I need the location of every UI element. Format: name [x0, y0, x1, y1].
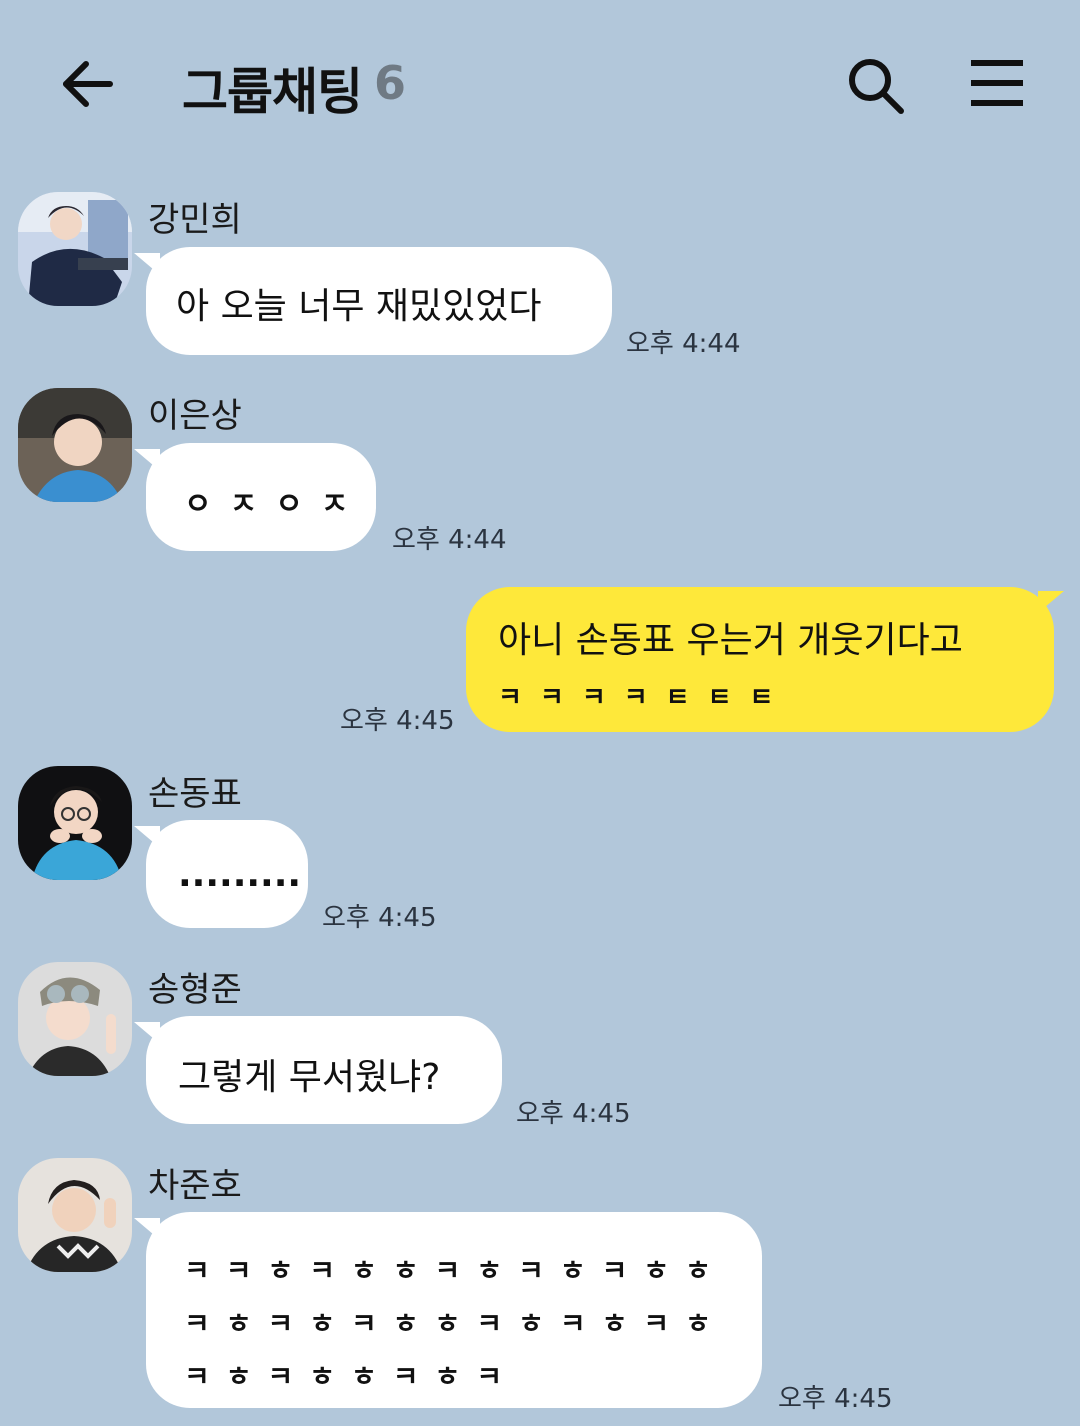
message-bubble[interactable]: 아 오늘 너무 재밌있었다 — [134, 247, 612, 355]
message-bubble[interactable]: ㅇㅈㅇㅈ — [134, 443, 376, 551]
message-time: 오후 4:44 — [626, 329, 741, 359]
back-arrow-icon — [63, 61, 113, 107]
message-time: 오후 4:45 — [778, 1384, 893, 1414]
message-line: ㅋㅎㅋㅎㅋㅎㅎㅋㅎㅋㅎㅋㅎ — [184, 1307, 727, 1340]
message-time: 오후 4:45 — [340, 706, 455, 736]
message-time: 오후 4:45 — [322, 903, 437, 933]
message-line: ㅋㅋㅎㅋㅎㅎㅋㅎㅋㅎㅋㅎㅎ — [184, 1254, 727, 1287]
avatar[interactable] — [18, 962, 132, 1076]
message-text: 아 오늘 너무 재밌있었다 — [176, 286, 542, 327]
message-bubble[interactable]: 그렇게 무서웠냐? — [134, 1016, 502, 1124]
avatar[interactable] — [18, 388, 132, 502]
search-button[interactable] — [846, 56, 906, 116]
message-text: ㅇㅈㅇㅈ — [184, 487, 367, 522]
sender-name: 이은상 — [148, 396, 242, 436]
message-line: ㅋㅎㅋㅎㅎㅋㅎㅋ — [184, 1360, 519, 1393]
chat-title: 그룹채팅 — [182, 63, 363, 121]
message-text: 아니 손동표 우는거 개웃기다고 — [498, 620, 963, 661]
back-button[interactable] — [58, 54, 118, 114]
message-time: 오후 4:45 — [516, 1099, 631, 1129]
my-message-bubble[interactable]: 아니 손동표 우는거 개웃기다고 ㅋㅋㅋㅋㅌㅌㅌ — [466, 587, 1064, 732]
avatar[interactable] — [18, 766, 132, 880]
member-count: 6 — [374, 56, 407, 110]
search-icon — [849, 59, 904, 114]
message-bubble[interactable]: ㅋㅋㅎㅋㅎㅎㅋㅎㅋㅎㅋㅎㅎ ㅋㅎㅋㅎㅋㅎㅎㅋㅎㅋㅎㅋㅎ ㅋㅎㅋㅎㅎㅋㅎㅋ — [134, 1212, 762, 1408]
sender-name: 차준호 — [148, 1166, 242, 1206]
menu-icon — [971, 60, 1023, 106]
chat-header: 그룹채팅 6 — [0, 0, 1080, 170]
message-text: ......... — [178, 854, 302, 895]
avatar[interactable] — [18, 192, 132, 306]
message-text: 그렇게 무서웠냐? — [178, 1057, 441, 1098]
message-time: 오후 4:44 — [392, 525, 507, 555]
message-bubble[interactable]: ......... — [134, 820, 308, 928]
message-text-line2: ㅋㅋㅋㅋㅌㅌㅌ — [498, 683, 792, 713]
menu-button[interactable] — [968, 58, 1026, 108]
sender-name: 강민희 — [148, 200, 242, 240]
avatar[interactable] — [18, 1158, 132, 1272]
sender-name: 손동표 — [148, 774, 242, 814]
sender-name: 송형준 — [148, 970, 242, 1010]
